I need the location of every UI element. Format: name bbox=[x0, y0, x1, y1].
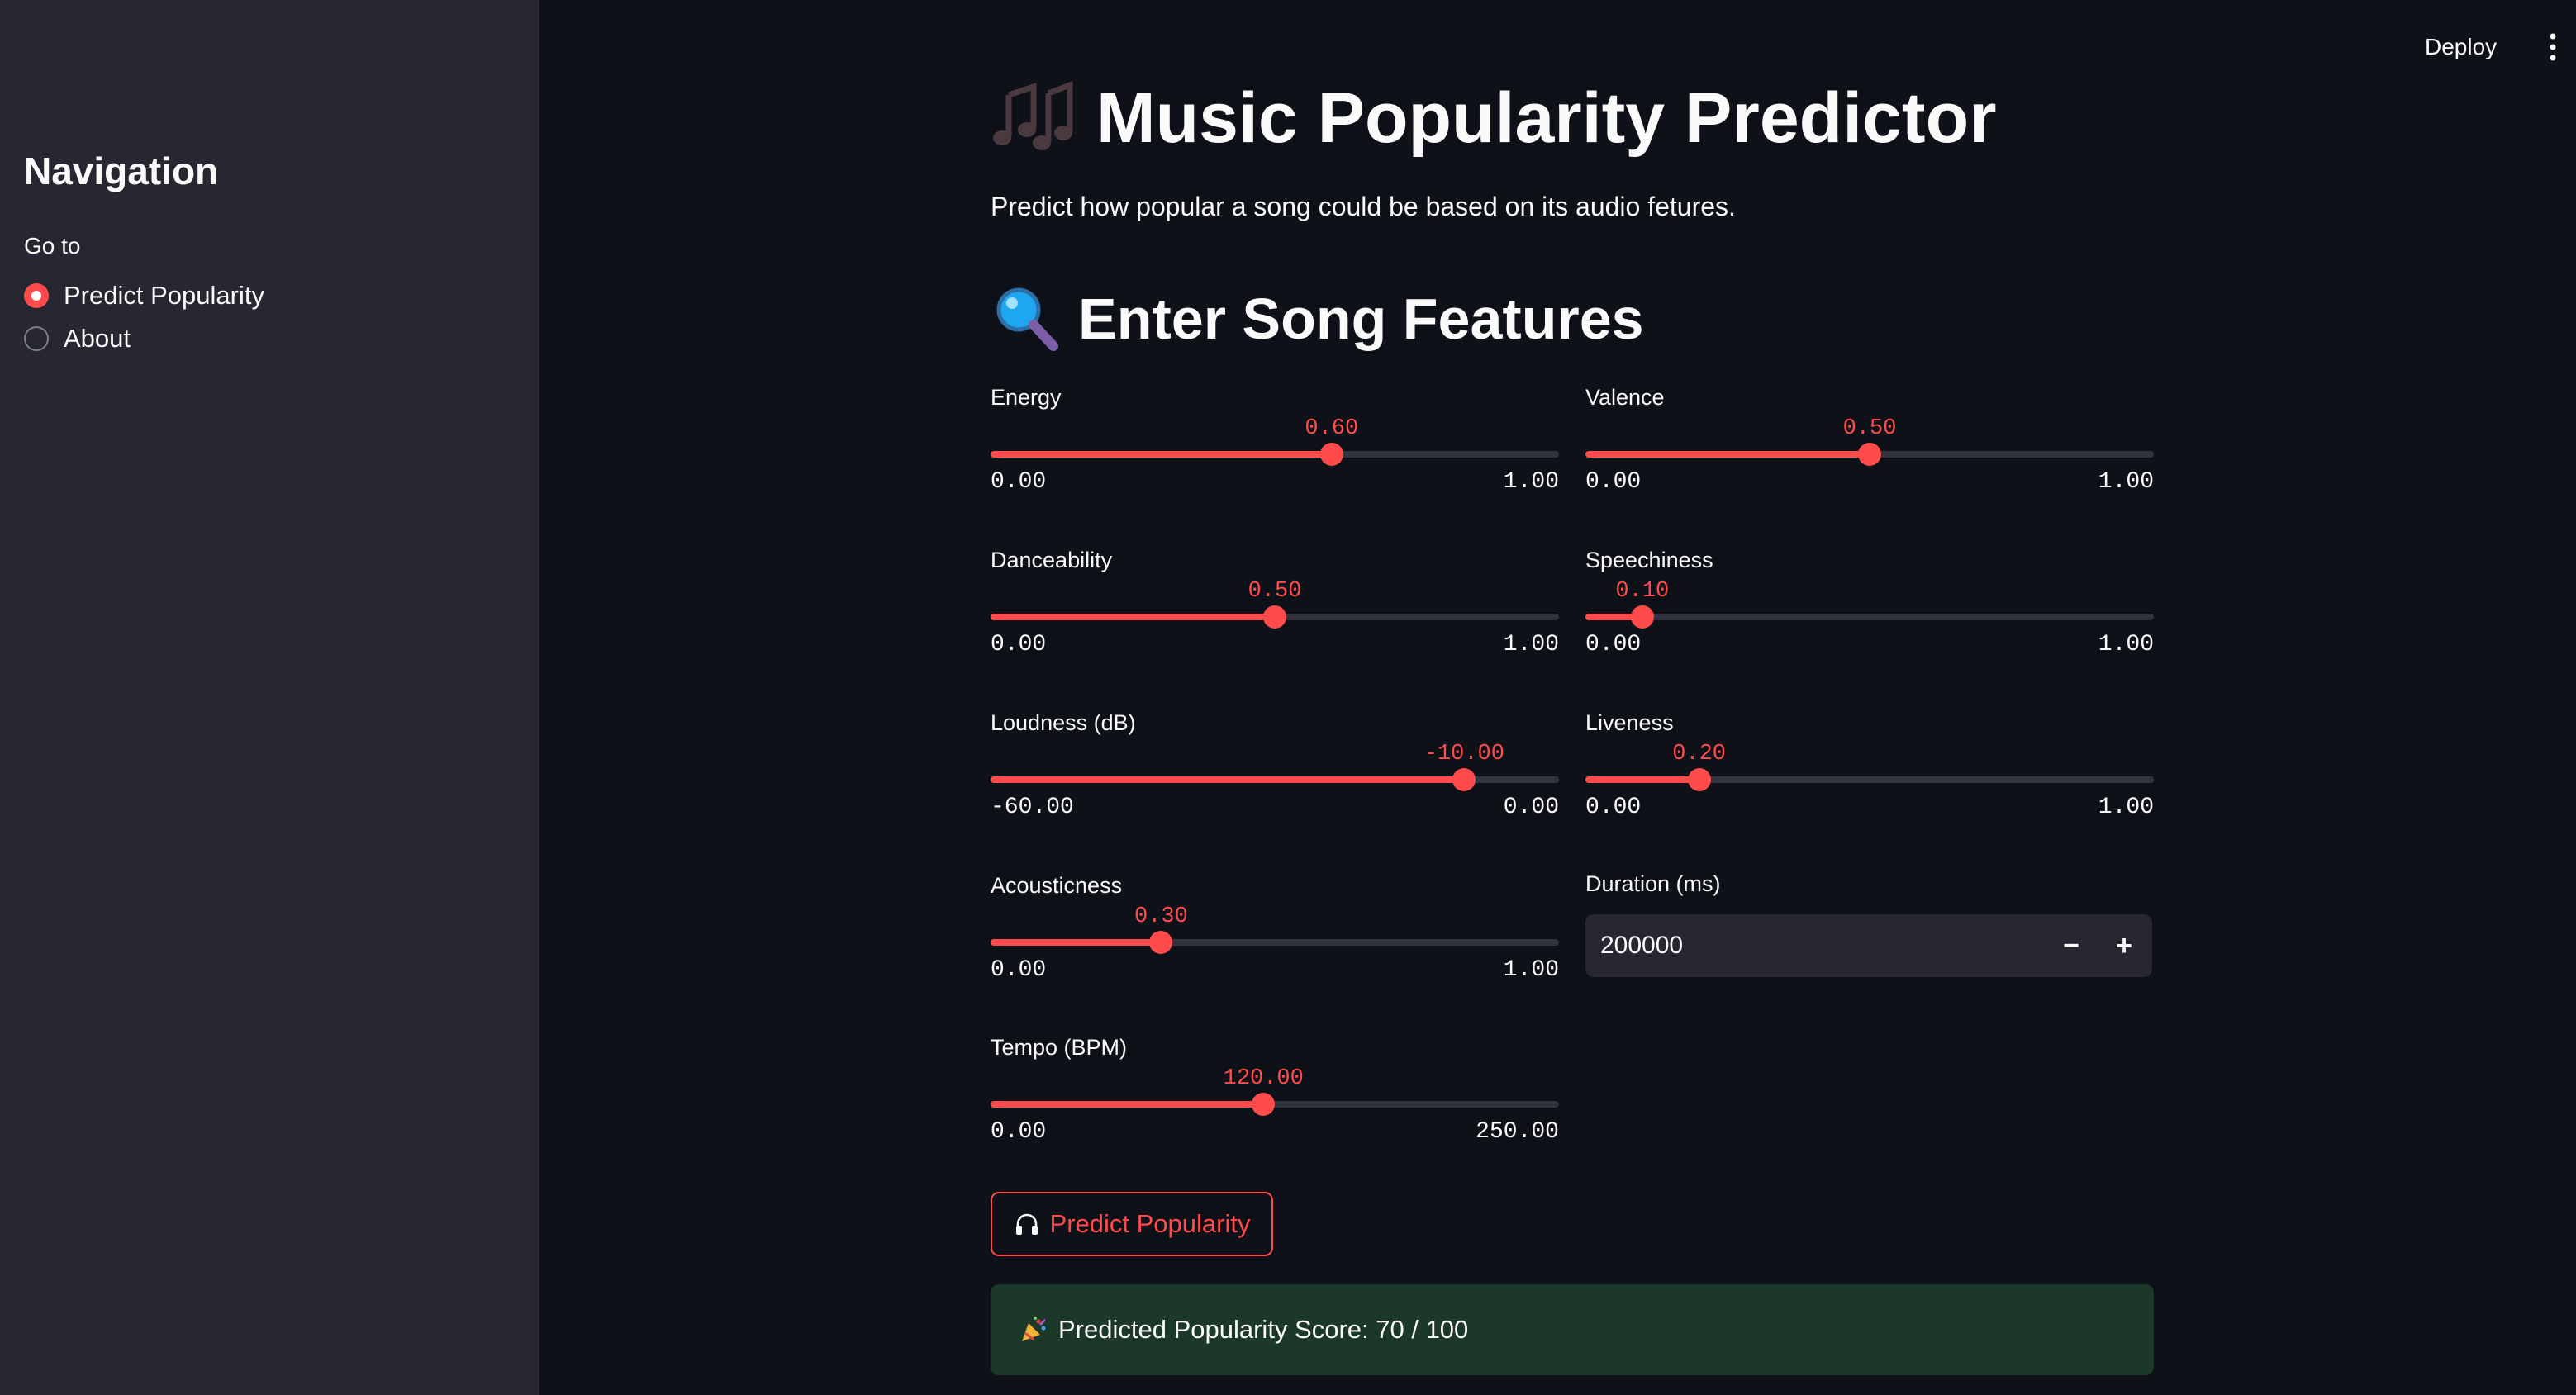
slider-label: Energy bbox=[991, 385, 1062, 410]
slider-max-label: 1.00 bbox=[2098, 795, 2154, 820]
slider-max-label: 1.00 bbox=[2098, 632, 2154, 657]
slider-current-value: -10.00 bbox=[1423, 742, 1504, 766]
slider-min-label: 0.00 bbox=[991, 1119, 1047, 1145]
slider-thumb[interactable] bbox=[1263, 605, 1286, 629]
duration-field: − + bbox=[1585, 914, 2152, 977]
slider-current-value: 0.30 bbox=[1134, 904, 1188, 929]
slider-current-value: 0.60 bbox=[1305, 416, 1359, 441]
increment-button[interactable]: + bbox=[2098, 914, 2151, 977]
duration-input[interactable] bbox=[1600, 914, 2030, 977]
radio-option-about[interactable]: About bbox=[24, 320, 131, 357]
slider-fill bbox=[991, 939, 1162, 946]
slider-label: Speechiness bbox=[1585, 548, 1713, 572]
slider-label: Loudness (dB) bbox=[991, 710, 1136, 735]
slider-track[interactable] bbox=[991, 1093, 1559, 1116]
slider-track[interactable] bbox=[1585, 768, 2154, 791]
slider-max-label: 1.00 bbox=[1503, 632, 1559, 657]
predict-popularity-button[interactable]: Predict Popularity bbox=[991, 1192, 1273, 1256]
section-title: Enter Song Features bbox=[1078, 287, 1644, 351]
page-subtitle: Predict how popular a song could be base… bbox=[991, 192, 1736, 221]
prediction-result-text: Predicted Popularity Score: 70 / 100 bbox=[1058, 1315, 1469, 1344]
slider-min-label: 0.00 bbox=[991, 632, 1047, 657]
slider-track[interactable] bbox=[991, 931, 1559, 954]
slider-fill bbox=[1585, 776, 1699, 783]
slider-fill bbox=[991, 776, 1465, 783]
radio-label: About bbox=[64, 324, 131, 353]
slider-track[interactable] bbox=[1585, 443, 2154, 466]
slider-thumb[interactable] bbox=[1319, 443, 1343, 466]
slider-thumb[interactable] bbox=[1858, 443, 1881, 466]
prediction-result-alert: Predicted Popularity Score: 70 / 100 bbox=[991, 1284, 2154, 1375]
party-popper-icon bbox=[1019, 1315, 1048, 1345]
slider-max-label: 1.00 bbox=[1503, 469, 1559, 495]
slider-max-label: 1.00 bbox=[2098, 469, 2154, 495]
energy-slider[interactable]: Energy 0.60 0.00 1.00 bbox=[991, 385, 1559, 509]
speechiness-slider[interactable]: Speechiness 0.10 0.00 1.00 bbox=[1585, 548, 2154, 671]
musical-notes-icon bbox=[991, 77, 1081, 159]
slider-min-label: 0.00 bbox=[1585, 469, 1642, 495]
slider-track[interactable] bbox=[991, 768, 1559, 791]
radio-unselected-icon[interactable] bbox=[24, 326, 49, 351]
slider-fill bbox=[991, 451, 1332, 458]
radio-label: Predict Popularity bbox=[64, 281, 264, 310]
slider-track[interactable] bbox=[1585, 605, 2154, 629]
slider-thumb[interactable] bbox=[1687, 768, 1711, 791]
slider-track[interactable] bbox=[991, 443, 1559, 466]
danceability-slider[interactable]: Danceability 0.50 0.00 1.00 bbox=[991, 548, 1559, 671]
deploy-button[interactable]: Deploy bbox=[2425, 30, 2497, 64]
slider-min-label: 0.00 bbox=[1585, 795, 1642, 820]
slider-label: Danceability bbox=[991, 548, 1113, 572]
title-row: Music Popularity Predictor bbox=[991, 73, 1997, 164]
radio-group-label: Go to bbox=[24, 233, 81, 259]
slider-fill bbox=[991, 614, 1275, 620]
headphones-icon bbox=[1014, 1211, 1040, 1237]
slider-label: Acousticness bbox=[991, 873, 1123, 898]
slider-min-label: -60.00 bbox=[991, 795, 1074, 820]
page-title: Music Popularity Predictor bbox=[1096, 78, 1997, 158]
predict-button-label: Predict Popularity bbox=[1049, 1209, 1251, 1238]
tempo-slider[interactable]: Tempo (BPM) 120.00 0.00 250.00 bbox=[991, 1035, 1559, 1159]
slider-track[interactable] bbox=[991, 605, 1559, 629]
radio-selected-icon[interactable] bbox=[24, 283, 49, 308]
slider-max-label: 250.00 bbox=[1476, 1119, 1559, 1145]
slider-min-label: 0.00 bbox=[991, 469, 1047, 495]
slider-max-label: 0.00 bbox=[1503, 795, 1559, 820]
radio-option-predict-popularity[interactable]: Predict Popularity bbox=[24, 278, 264, 314]
slider-thumb[interactable] bbox=[1149, 931, 1173, 954]
section-heading-row: Enter Song Features bbox=[991, 279, 1644, 358]
sidebar-title: Navigation bbox=[24, 149, 219, 192]
slider-min-label: 0.00 bbox=[1585, 632, 1642, 657]
acousticness-slider[interactable]: Acousticness 0.30 0.00 1.00 bbox=[991, 873, 1559, 997]
slider-current-value: 0.10 bbox=[1615, 579, 1670, 604]
main-content: Music Popularity Predictor Predict how p… bbox=[991, 0, 2154, 1395]
slider-label: Liveness bbox=[1585, 710, 1674, 735]
loudness-slider[interactable]: Loudness (dB) -10.00 -60.00 0.00 bbox=[991, 710, 1559, 834]
vertical-dots-icon[interactable] bbox=[2536, 30, 2569, 64]
magnifying-glass-icon bbox=[991, 283, 1062, 354]
valence-slider[interactable]: Valence 0.50 0.00 1.00 bbox=[1585, 385, 2154, 509]
slider-thumb[interactable] bbox=[1452, 768, 1476, 791]
slider-max-label: 1.00 bbox=[1503, 957, 1559, 983]
slider-current-value: 0.50 bbox=[1248, 579, 1302, 604]
slider-thumb[interactable] bbox=[1252, 1093, 1276, 1116]
decrement-button[interactable]: − bbox=[2045, 914, 2098, 977]
sidebar: Navigation Go to Predict Popularity Abou… bbox=[0, 0, 539, 1395]
slider-current-value: 0.50 bbox=[1842, 416, 1897, 441]
slider-thumb[interactable] bbox=[1630, 605, 1654, 629]
slider-label: Tempo (BPM) bbox=[991, 1035, 1128, 1060]
slider-label: Valence bbox=[1585, 385, 1665, 410]
slider-fill bbox=[991, 1101, 1264, 1108]
slider-fill bbox=[1585, 451, 1870, 458]
slider-current-value: 0.20 bbox=[1672, 742, 1726, 766]
slider-current-value: 120.00 bbox=[1223, 1066, 1304, 1091]
liveness-slider[interactable]: Liveness 0.20 0.00 1.00 bbox=[1585, 710, 2154, 834]
duration-label: Duration (ms) bbox=[1585, 871, 1721, 896]
slider-min-label: 0.00 bbox=[991, 957, 1047, 983]
